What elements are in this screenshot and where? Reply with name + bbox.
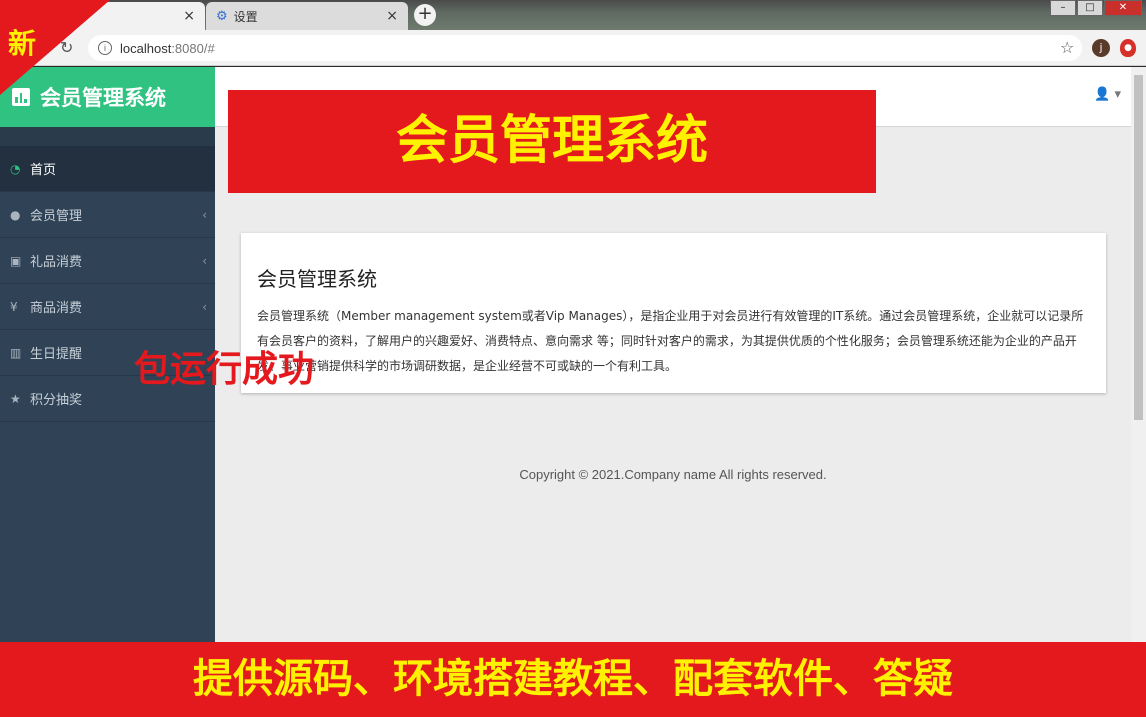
bank-icon: ▥ xyxy=(10,345,22,360)
star-icon: ★ xyxy=(10,391,21,406)
scrollbar-thumb[interactable] xyxy=(1134,75,1143,420)
sidebar-item-label: 会员管理 xyxy=(30,209,83,224)
brand-title: 会员管理系统 xyxy=(40,86,166,110)
promo-bottom-bar: 提供源码、环境搭建教程、配套软件、答疑 xyxy=(0,642,1146,717)
extension-icon[interactable]: ● xyxy=(1120,39,1136,57)
window-controls: – □ ✕ xyxy=(1049,0,1142,16)
scrollbar[interactable] xyxy=(1131,67,1146,717)
intro-card: 会员管理系统 会员管理系统（Member management system或者… xyxy=(241,233,1106,393)
sidebar: 会员管理系统 ◔ 首页 ● 会员管理 ‹ ▣ 礼品消费 ‹ ¥ 商品消费 ‹ ▥… xyxy=(0,67,215,717)
browser-tab-2[interactable]: ⚙ 设置 × xyxy=(206,2,408,30)
sidebar-item-label: 商品消费 xyxy=(30,301,83,316)
close-tab-icon[interactable]: × xyxy=(386,8,398,24)
promo-banner: 会员管理系统 xyxy=(228,90,876,193)
chevron-left-icon: ‹ xyxy=(202,299,207,314)
card-body: 会员管理系统（Member management system或者Vip Man… xyxy=(257,309,1084,373)
close-tab-icon[interactable]: × xyxy=(183,8,195,24)
browser-tabbar: × ⚙ 设置 × + – □ ✕ xyxy=(0,0,1146,30)
chevron-left-icon: ‹ xyxy=(202,207,207,222)
sidebar-item-label: 首页 xyxy=(30,163,57,178)
address-bar: ↻ i localhost:8080/# ☆ j ● xyxy=(0,30,1146,66)
yen-icon: ¥ xyxy=(10,299,18,314)
url-host: localhost xyxy=(120,40,172,56)
tab-title: 设置 xyxy=(233,9,258,24)
user-menu-icon[interactable]: 👤 ▾ xyxy=(1094,87,1121,102)
sidebar-item-label: 积分抽奖 xyxy=(30,393,83,408)
copyright: Copyright © 2021.Company name All rights… xyxy=(519,467,827,482)
sidebar-spacer xyxy=(0,127,215,146)
card-title: 会员管理系统 xyxy=(257,267,377,291)
user-icon: ● xyxy=(10,207,21,222)
sidebar-item-gifts[interactable]: ▣ 礼品消费 ‹ xyxy=(0,238,215,284)
gift-icon: ▣ xyxy=(10,253,22,268)
new-tab-button[interactable]: + xyxy=(414,4,436,26)
bookmark-star-icon[interactable]: ☆ xyxy=(1060,38,1074,57)
sidebar-item-label: 礼品消费 xyxy=(30,255,83,270)
maximize-button[interactable]: □ xyxy=(1077,0,1103,16)
brand[interactable]: 会员管理系统 xyxy=(0,67,215,127)
sidebar-item-products[interactable]: ¥ 商品消费 ‹ xyxy=(0,284,215,330)
info-icon[interactable]: i xyxy=(98,41,112,55)
sidebar-item-members[interactable]: ● 会员管理 ‹ xyxy=(0,192,215,238)
sidebar-item-home[interactable]: ◔ 首页 xyxy=(0,146,215,192)
url-input[interactable]: i localhost:8080/# xyxy=(88,35,1082,61)
close-window-button[interactable]: ✕ xyxy=(1104,0,1142,16)
chevron-left-icon: ‹ xyxy=(202,253,207,268)
ribbon-label: 新 xyxy=(8,27,37,60)
profile-avatar[interactable]: j xyxy=(1092,39,1110,57)
url-path: :8080/# xyxy=(171,40,215,56)
minimize-button[interactable]: – xyxy=(1050,0,1076,16)
bar-chart-icon xyxy=(12,88,30,106)
dashboard-icon: ◔ xyxy=(10,161,21,176)
promo-float-text: 包运行成功 xyxy=(134,349,315,390)
gear-icon: ⚙ xyxy=(216,8,228,24)
sidebar-item-label: 生日提醒 xyxy=(30,347,83,362)
